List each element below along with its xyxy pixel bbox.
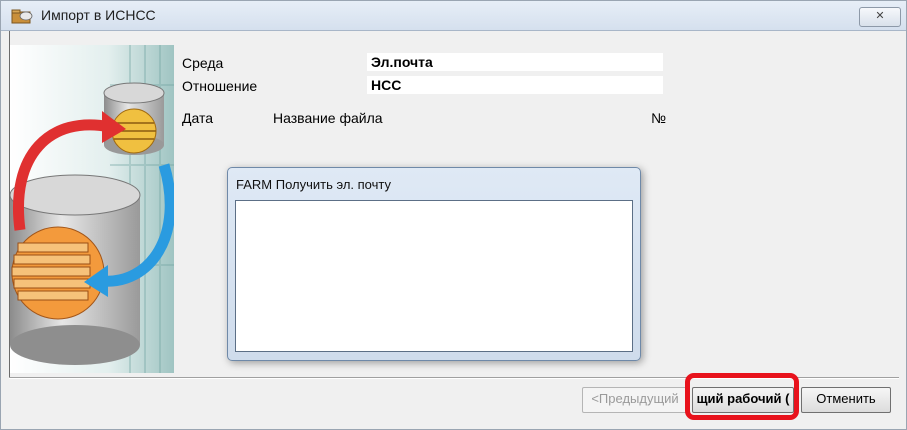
close-button[interactable]: ✕	[859, 7, 901, 27]
window-title: Импорт в ИСНСС	[41, 7, 156, 23]
environment-label: Среда	[182, 55, 224, 71]
database-transfer-illustration	[10, 45, 174, 373]
close-icon: ✕	[875, 10, 885, 22]
number-column-header: №	[651, 110, 667, 126]
relation-label: Отношение	[182, 78, 258, 94]
farm-get-email-dialog[interactable]: FARM Получить эл. почту	[227, 167, 641, 361]
relation-value: НСС	[367, 76, 663, 94]
date-column-header: Дата	[182, 110, 214, 126]
dialog-content-area	[235, 200, 633, 352]
dialog-title: FARM Получить эл. почту	[236, 177, 391, 192]
highlight-annotation	[685, 373, 799, 420]
filename-column-header: Название файла	[273, 110, 383, 126]
import-window: Импорт в ИСНСС ✕ Среда Эл.почта Отношени…	[0, 0, 907, 430]
cancel-button[interactable]: Отменить	[801, 387, 891, 413]
folder-icon	[11, 9, 33, 24]
previous-button[interactable]: <Предыдущий	[582, 387, 688, 413]
environment-value: Эл.почта	[367, 53, 663, 71]
title-bar[interactable]: Импорт в ИСНСС ✕	[1, 1, 906, 31]
